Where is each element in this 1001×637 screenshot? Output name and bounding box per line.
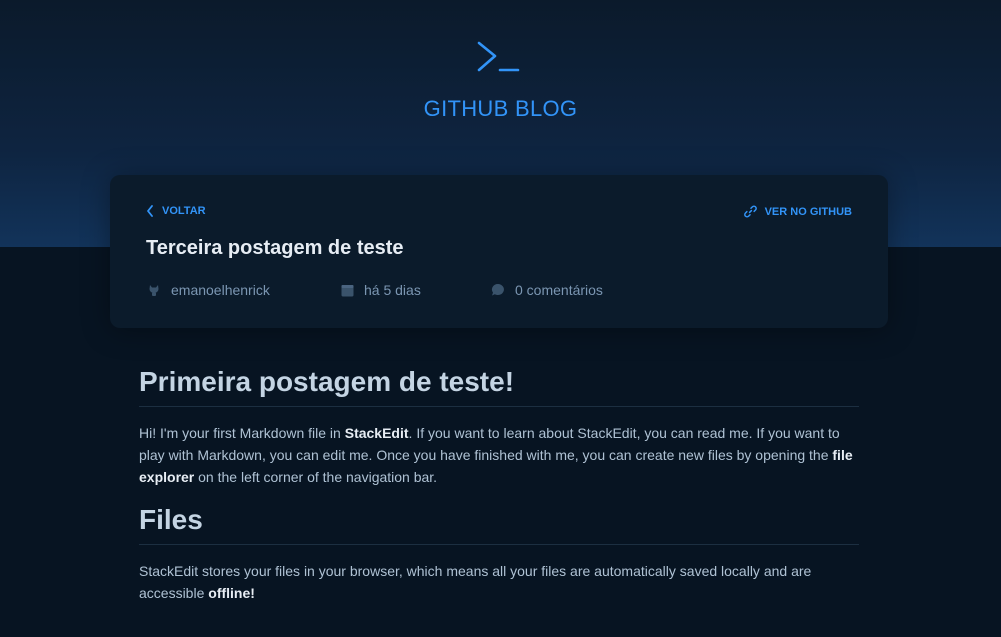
- post-author: emanoelhenrick: [147, 282, 270, 298]
- comments-count: 0 comentários: [515, 282, 603, 298]
- text-run: Hi! I'm your first Markdown file in: [139, 425, 345, 441]
- content-paragraph-1: Hi! I'm your first Markdown file in Stac…: [139, 422, 859, 488]
- view-on-github-link[interactable]: VER NO GITHUB: [743, 205, 852, 218]
- text-run: on the left corner of the navigation bar…: [194, 469, 438, 485]
- back-link[interactable]: VOLTAR: [146, 205, 206, 217]
- terminal-prompt-icon: [477, 41, 520, 72]
- back-link-label: VOLTAR: [162, 205, 206, 217]
- chevron-left-icon: [147, 205, 153, 217]
- bold-text: offline!: [208, 585, 255, 601]
- page: GITHUB BLOG VOLTAR VER NO GITHUB Terceir…: [0, 0, 1001, 637]
- post-title: Terceira postagem de teste: [146, 237, 404, 259]
- content-paragraph-2: StackEdit stores your files in your brow…: [139, 560, 859, 604]
- card-nav: VOLTAR VER NO GITHUB: [146, 205, 852, 219]
- github-icon: [149, 285, 159, 296]
- comment-icon: [491, 283, 504, 296]
- author-name: emanoelhenrick: [171, 282, 270, 298]
- bold-text: StackEdit: [344, 425, 409, 441]
- date-text: há 5 dias: [364, 282, 421, 298]
- link-icon: [743, 205, 757, 218]
- post-comments: 0 comentários: [491, 282, 603, 298]
- content-heading-1: Primeira postagem de teste!: [139, 366, 859, 407]
- view-on-github-label: VER NO GITHUB: [764, 205, 852, 218]
- post-date: há 5 dias: [341, 282, 421, 298]
- post-header-card: VOLTAR VER NO GITHUB Terceira postagem d…: [110, 175, 888, 328]
- post-content: Primeira postagem de teste! Hi! I'm your…: [139, 366, 859, 604]
- calendar-icon: [341, 284, 354, 296]
- content-heading-2: Files: [139, 504, 859, 545]
- brand-title: GITHUB BLOG: [423, 96, 578, 121]
